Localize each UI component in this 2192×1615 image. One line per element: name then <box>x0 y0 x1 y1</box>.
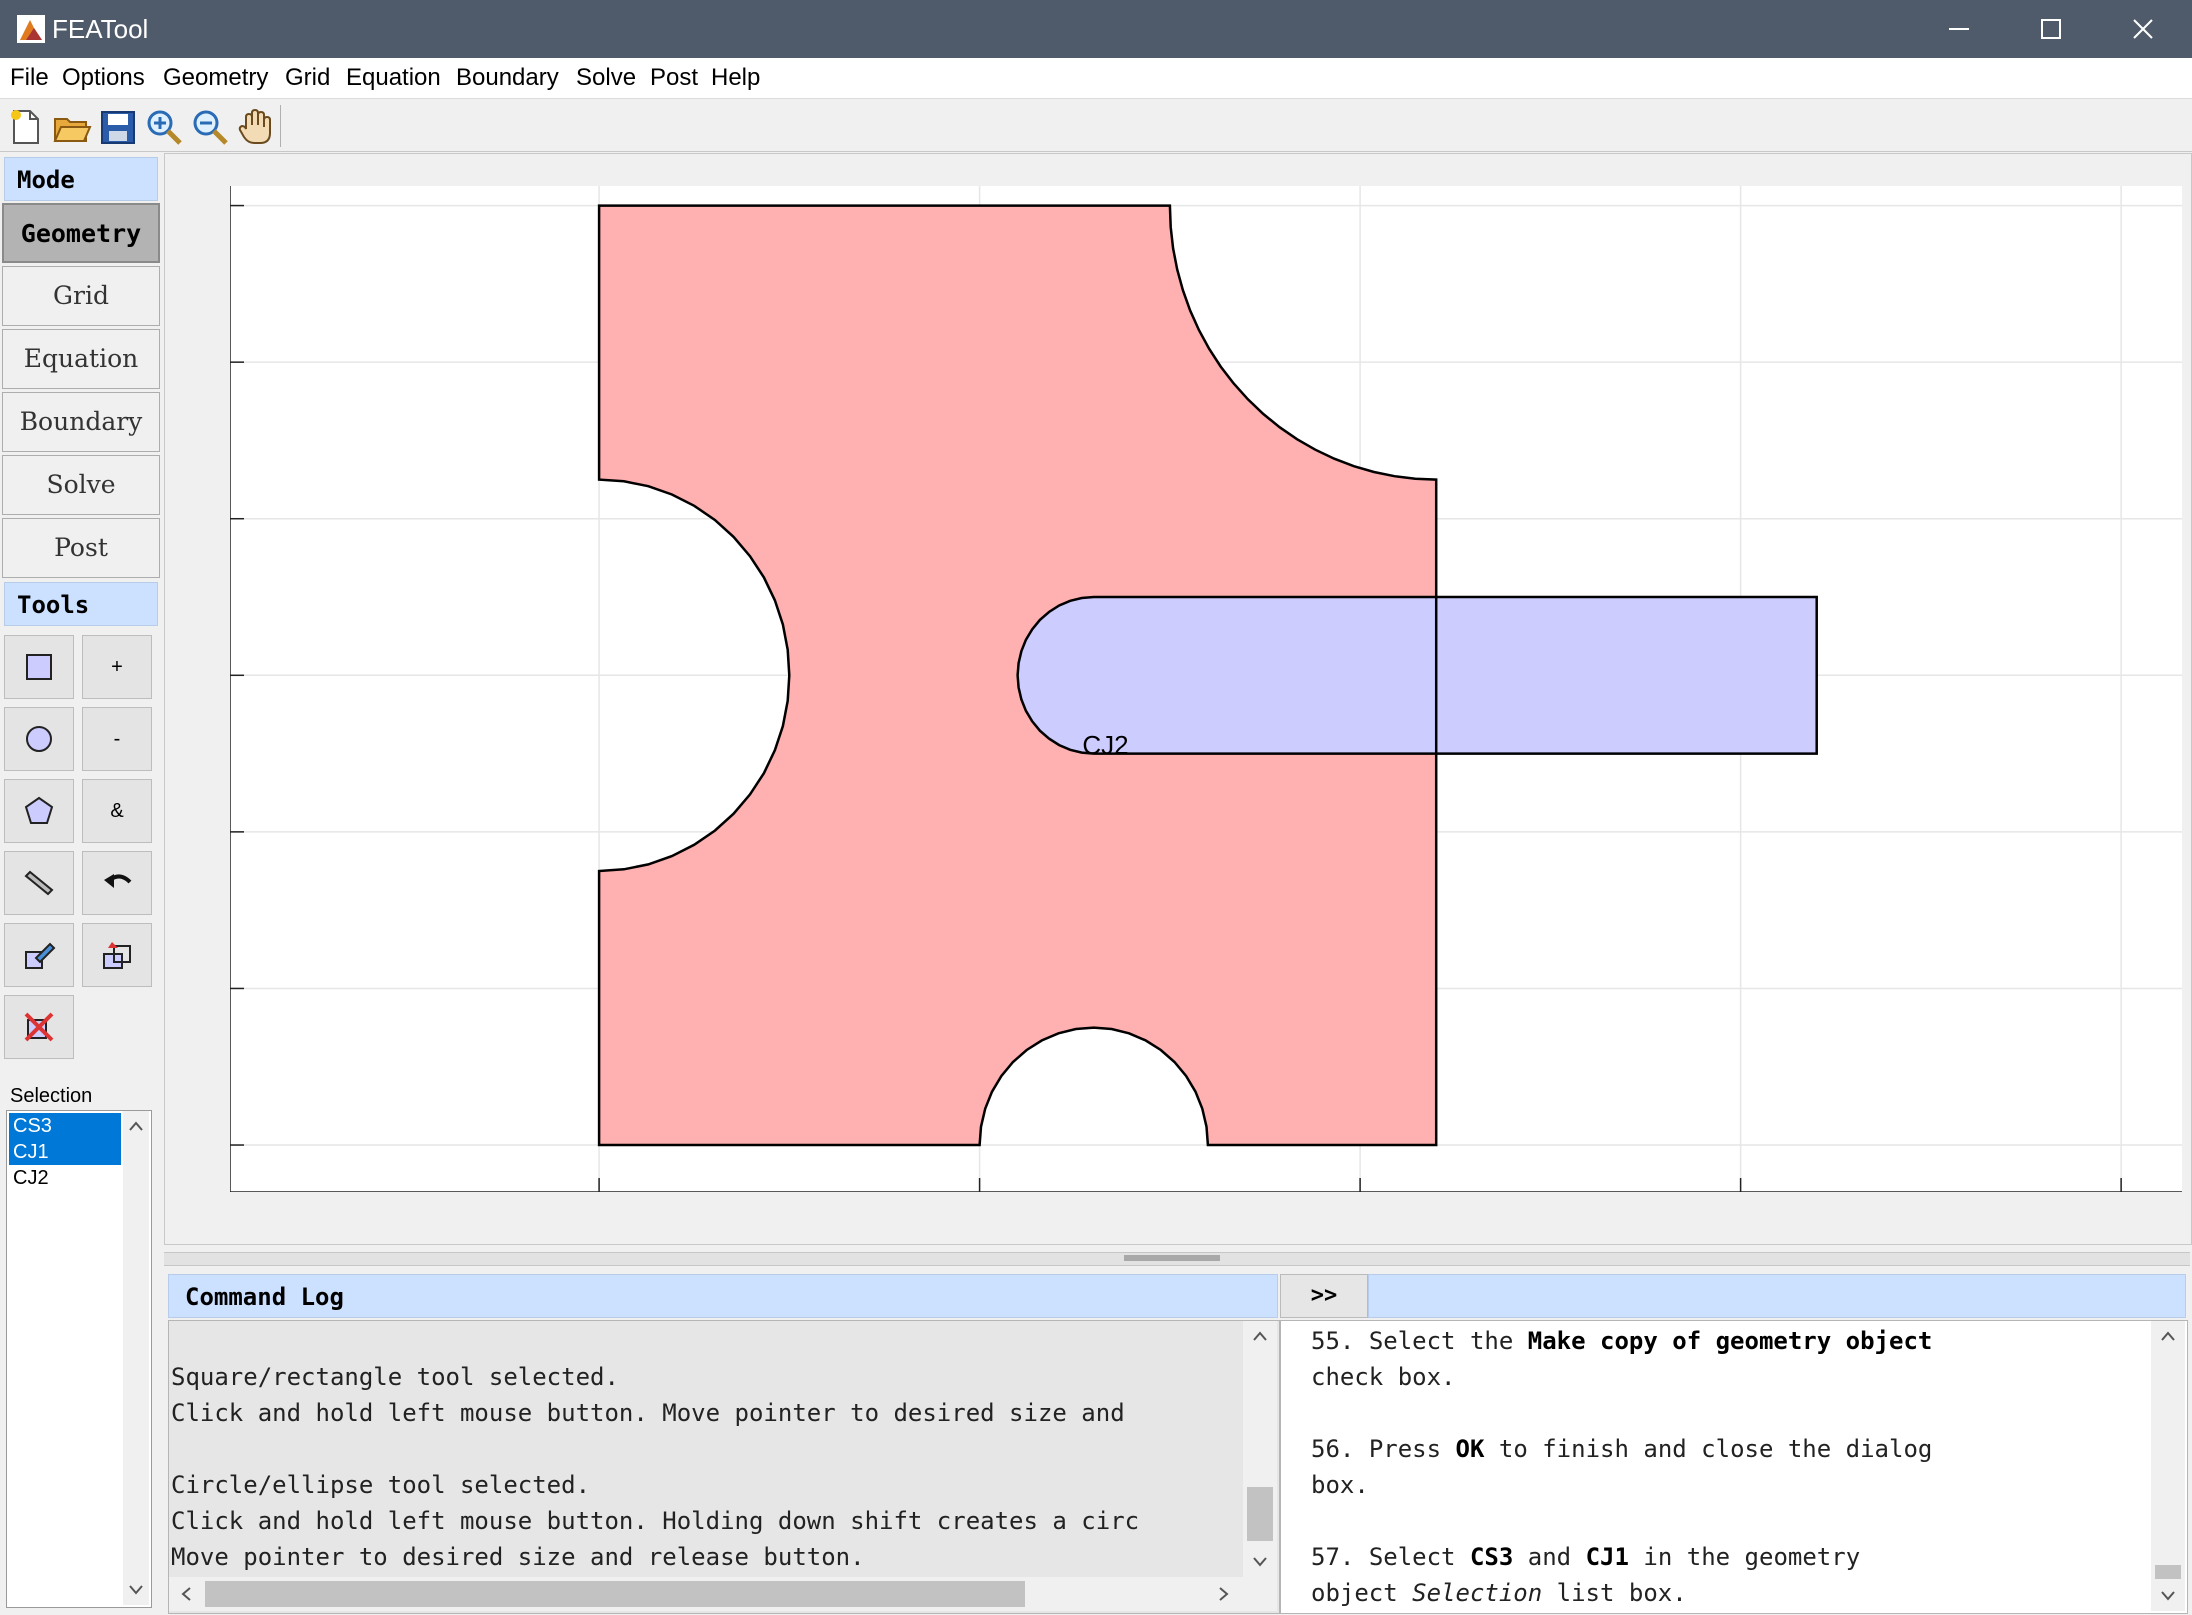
pan-hand-icon[interactable] <box>236 107 276 147</box>
maximize-icon <box>2041 19 2061 39</box>
app-logo-icon <box>17 15 45 43</box>
panel-splitter[interactable] <box>164 1252 2190 1266</box>
mode-equation-button[interactable]: Equation <box>2 329 160 389</box>
log-line: Circle/ellipse tool selected. <box>171 1471 591 1499</box>
menu-options[interactable]: Options <box>62 62 145 94</box>
guide-scroll-thumb[interactable] <box>2155 1565 2181 1579</box>
selection-scrollbar[interactable] <box>123 1111 149 1605</box>
guide-step-56-cont: box. <box>1311 1471 1369 1499</box>
edit-geometry-icon <box>25 942 56 969</box>
circle-tool-button[interactable] <box>4 707 74 771</box>
scroll-down-icon[interactable] <box>2161 1591 2175 1601</box>
tutorial-guide[interactable]: 55. Select the Make copy of geometry obj… <box>1280 1320 2188 1614</box>
mode-boundary-button[interactable]: Boundary <box>2 392 160 452</box>
subtract-tool-button[interactable]: - <box>82 707 152 771</box>
log-vertical-scrollbar[interactable] <box>1243 1321 1277 1577</box>
mode-geometry-button[interactable]: Geometry <box>2 203 160 263</box>
guide-step-57-cont: object Selection list box. <box>1311 1579 1687 1607</box>
open-folder-icon[interactable] <box>52 107 92 147</box>
minimize-icon <box>1949 28 1969 30</box>
scroll-down-icon[interactable] <box>129 1585 143 1595</box>
line-tool-button[interactable] <box>4 851 74 915</box>
geometry-plot[interactable]: CJ2 00.050.10.150.200.020.040.060.080.10… <box>230 186 2182 1192</box>
delete-geometry-icon <box>24 1012 54 1042</box>
menu-post[interactable]: Post <box>650 62 698 94</box>
close-icon <box>2133 19 2153 39</box>
close-button[interactable] <box>2098 0 2188 58</box>
selection-list[interactable]: CS3 CJ1 CJ2 <box>6 1110 152 1608</box>
menu-equation[interactable]: Equation <box>346 62 441 94</box>
minimize-button[interactable] <box>1914 0 2004 58</box>
menu-solve[interactable]: Solve <box>576 62 636 94</box>
save-icon[interactable] <box>98 107 138 147</box>
guide-step-55-cont: check box. <box>1311 1363 1456 1391</box>
geometry-cj2-solid[interactable] <box>1016 595 1818 755</box>
selection-item-cs3[interactable]: CS3 <box>9 1113 121 1139</box>
log-line: Click and hold left mouse button. Move p… <box>171 1399 1125 1427</box>
guide-step-57: 57. Select CS3 and CJ1 in the geometry <box>1311 1543 1861 1571</box>
maximize-button[interactable] <box>2006 0 2096 58</box>
log-line: Click and hold left mouse button. Holdin… <box>171 1507 1140 1535</box>
mode-solve-button[interactable]: Solve <box>2 455 160 515</box>
rectangle-icon <box>26 654 52 680</box>
undo-tool-button[interactable] <box>82 851 152 915</box>
menu-boundary[interactable]: Boundary <box>456 62 559 94</box>
scroll-down-icon[interactable] <box>1253 1557 1267 1567</box>
scroll-up-icon[interactable] <box>1253 1331 1267 1341</box>
selection-item-cj1[interactable]: CJ1 <box>9 1139 121 1165</box>
menu-help[interactable]: Help <box>711 62 760 94</box>
undo-icon <box>104 874 132 888</box>
zoom-in-icon[interactable] <box>144 107 184 147</box>
menu-bar: File Options Geometry Grid Equation Boun… <box>0 58 2192 99</box>
intersect-icon: & <box>110 799 124 822</box>
scroll-left-icon[interactable] <box>181 1587 191 1601</box>
transform-geometry-icon <box>103 942 131 969</box>
selection-item-cj2[interactable]: CJ2 <box>9 1165 121 1191</box>
tools-header: Tools <box>4 582 158 626</box>
toolbar <box>0 99 2192 152</box>
command-log-header: Command Log <box>168 1274 1278 1318</box>
polygon-icon <box>24 796 54 824</box>
command-log[interactable]: Square/rectangle tool selected. Click an… <box>168 1320 1280 1614</box>
mode-grid-button[interactable]: Grid <box>2 266 160 326</box>
object-label-cj2: CJ2 <box>1082 730 1128 760</box>
log-scroll-thumb[interactable] <box>1247 1487 1273 1541</box>
circle-icon <box>26 726 52 752</box>
minus-icon: - <box>113 727 121 750</box>
new-file-icon[interactable] <box>6 107 46 147</box>
window-title: FEATool <box>52 14 149 44</box>
polygon-tool-button[interactable] <box>4 779 74 843</box>
guide-step-56: 56. Press OK to finish and close the dia… <box>1311 1435 1933 1463</box>
log-horizontal-scrollbar[interactable] <box>169 1577 1277 1611</box>
log-hscroll-thumb[interactable] <box>205 1581 1025 1607</box>
guide-header <box>1368 1274 2186 1318</box>
delete-geometry-button[interactable] <box>4 995 74 1059</box>
guide-step-55: 55. Select the Make copy of geometry obj… <box>1311 1327 1933 1355</box>
log-line: Move pointer to desired size and release… <box>171 1543 865 1571</box>
toolbar-separator <box>280 105 281 147</box>
title-bar: FEATool <box>0 0 2192 58</box>
expand-guide-button[interactable]: >> <box>1280 1274 1368 1318</box>
menu-file[interactable]: File <box>10 62 49 94</box>
splitter-handle[interactable] <box>1124 1255 1220 1261</box>
mode-header: Mode <box>4 157 158 201</box>
menu-grid[interactable]: Grid <box>285 62 330 94</box>
scroll-right-icon[interactable] <box>1219 1587 1229 1601</box>
scroll-up-icon[interactable] <box>2161 1331 2175 1341</box>
guide-scrollbar[interactable] <box>2151 1321 2185 1611</box>
mode-post-button[interactable]: Post <box>2 518 160 578</box>
rectangle-tool-button[interactable] <box>4 635 74 699</box>
zoom-out-icon[interactable] <box>190 107 230 147</box>
line-icon <box>24 870 54 896</box>
scroll-up-icon[interactable] <box>129 1121 143 1131</box>
intersect-tool-button[interactable]: & <box>82 779 152 843</box>
menu-geometry[interactable]: Geometry <box>163 62 268 94</box>
plus-icon: + <box>111 655 123 678</box>
log-line: Square/rectangle tool selected. <box>171 1363 619 1391</box>
union-tool-button[interactable]: + <box>82 635 152 699</box>
transform-geometry-button[interactable] <box>82 923 152 987</box>
edit-geometry-button[interactable] <box>4 923 74 987</box>
selection-label: Selection <box>10 1085 93 1107</box>
